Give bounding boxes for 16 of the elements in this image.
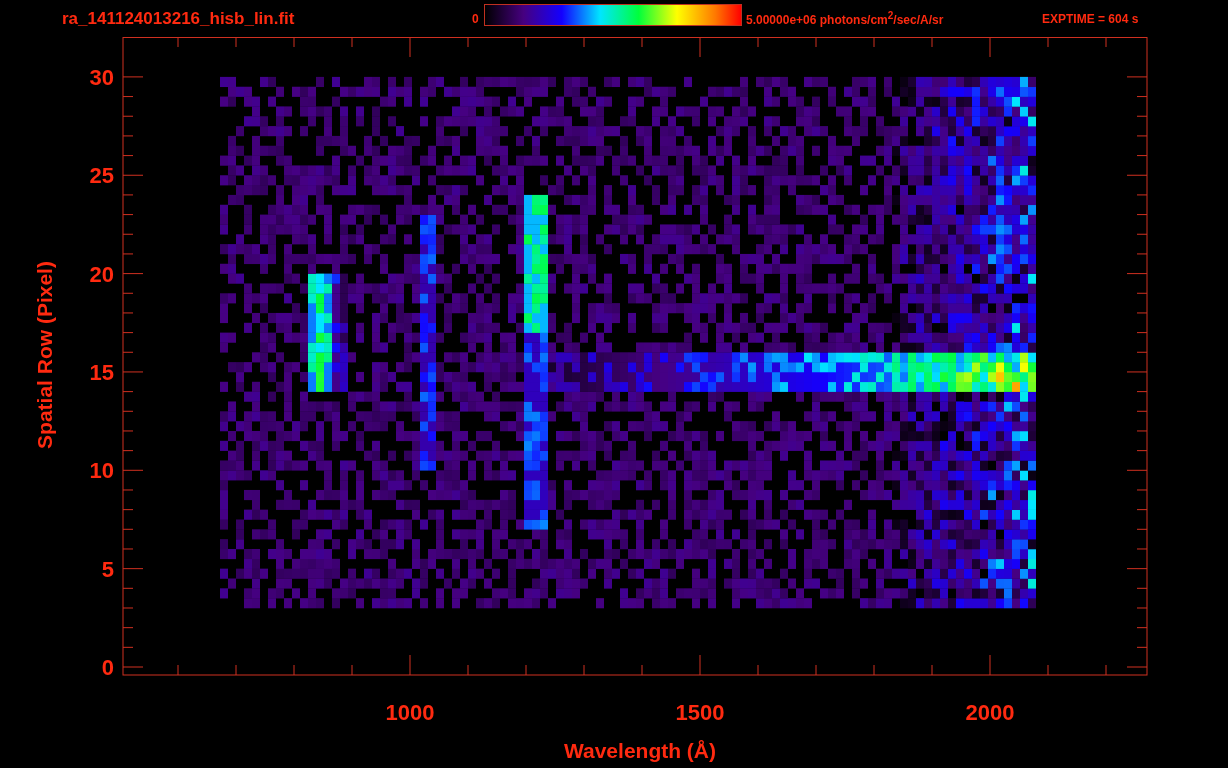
colorbar-max-label: 5.00000e+06 photons/cm$^{2}$/sec/A/sr: [746, 10, 945, 27]
y-tick-label: 25: [89, 163, 114, 189]
y-tick-label: 30: [89, 64, 114, 90]
x-axis-label: Wavelength (Å): [563, 739, 717, 762]
x-tick-label: 1500: [675, 700, 725, 725]
x-tick-label: 2000: [965, 700, 1015, 725]
y-tick-label: 5: [101, 556, 114, 582]
colorbar-min-label: 0: [472, 11, 480, 26]
y-tick-label: 20: [89, 261, 114, 287]
y-tick-label: 10: [89, 458, 114, 484]
y-tick-label: 0: [101, 655, 114, 680]
exposure-time: EXPTIME = 604 s: [1042, 11, 1139, 26]
y-tick-label: 15: [89, 359, 114, 385]
x-tick-label: 1000: [385, 700, 435, 725]
file-title: ra_141124013216_hisb_lin.fit: [62, 8, 296, 29]
y-axis-label: Spatial Row (Pixel): [33, 261, 56, 449]
